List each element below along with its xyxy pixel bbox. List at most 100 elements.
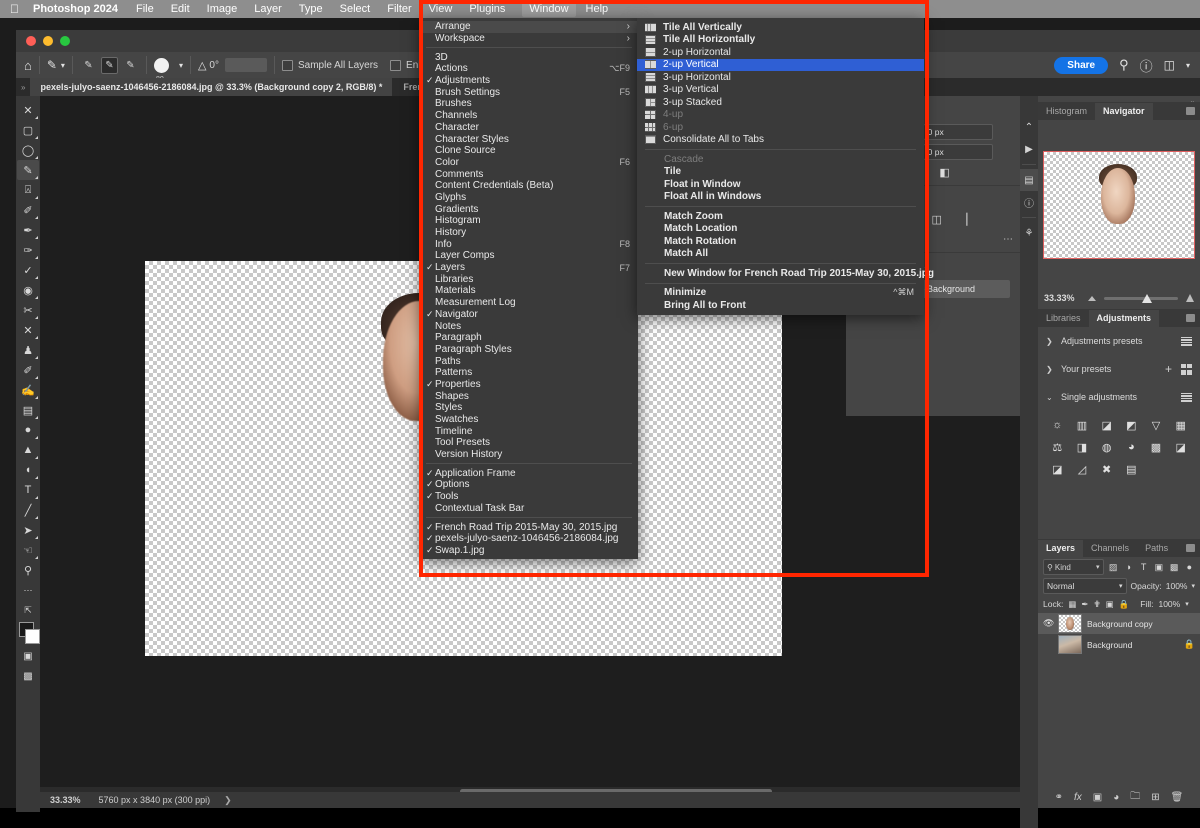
align-bottom-icon[interactable]: ▕ [959, 213, 967, 226]
menu-item-version-history[interactable]: Version History [420, 449, 638, 461]
menu-item-history[interactable]: History [420, 227, 638, 239]
angle-input[interactable] [225, 58, 267, 72]
arrange-item-3-up-stacked[interactable]: 3-up Stacked [637, 96, 924, 109]
chevron-down-icon[interactable]: ▾ [61, 61, 65, 70]
arrange-item-match-all[interactable]: Match All [637, 248, 924, 261]
menu-item-french-road-trip-2015-may-30-2015-jpg[interactable]: ✓French Road Trip 2015-May 30, 2015.jpg [420, 521, 638, 533]
brightness-contrast-icon[interactable]: ☼ [1046, 415, 1069, 435]
info-icon[interactable]: ⓘ [1020, 191, 1038, 213]
actions-play-icon[interactable]: ▶ [1020, 138, 1038, 160]
selective-color-icon[interactable]: ✖ [1095, 459, 1118, 479]
layer-filter-kind-select[interactable]: ⚲ Kind ▾ [1043, 559, 1104, 575]
pattern-stamp-tool[interactable]: ◉ [17, 280, 39, 300]
color-lookup-icon[interactable]: ▩ [1145, 437, 1168, 457]
panel-menu-icon[interactable] [1186, 544, 1195, 552]
new-adjustment-layer-icon[interactable]: ◕ [1113, 792, 1119, 803]
delete-layer-icon[interactable]: 🗑 [1171, 792, 1184, 803]
chevron-down-icon[interactable]: ▾ [1191, 582, 1195, 590]
arrange-item-new-window-for-french-road-trip-2015-may-30-2015-jpg[interactable]: New Window for French Road Trip 2015-May… [637, 267, 924, 280]
tab-layers[interactable]: Layers [1038, 540, 1083, 557]
lock-all-icon[interactable]: 🔒 [1119, 599, 1130, 610]
menu-item-tools[interactable]: ✓Tools [420, 491, 638, 503]
brush-preset-icon[interactable]: ✎ [47, 58, 57, 72]
menu-item-shapes[interactable]: Shapes [420, 390, 638, 402]
fill-value[interactable]: 100% [1158, 599, 1180, 609]
menu-item-glyphs[interactable]: Glyphs [420, 192, 638, 204]
brush-tool[interactable]: ✓ [17, 260, 39, 280]
search-icon[interactable]: ⚲ [1119, 57, 1129, 73]
menu-item-channels[interactable]: Channels [420, 110, 638, 122]
gradient-map-icon[interactable]: ▤ [1120, 459, 1143, 479]
menu-item-styles[interactable]: Styles [420, 402, 638, 414]
edit-toolbar-button[interactable]: ⋯ [17, 580, 39, 600]
brush-size-preview[interactable] [154, 58, 169, 73]
help-icon[interactable]: ⓘ [1140, 56, 1153, 75]
menu-filter[interactable]: Filter [387, 3, 411, 15]
menu-image[interactable]: Image [207, 3, 238, 15]
eyedropper-tool[interactable]: ✐ [17, 200, 39, 220]
tab-adjustments[interactable]: Adjustments [1089, 310, 1160, 327]
menu-item-comments[interactable]: Comments [420, 168, 638, 180]
arrange-item-2-up-vertical[interactable]: 2-up Vertical [637, 59, 924, 72]
tab-paths[interactable]: Paths [1137, 540, 1176, 557]
exposure-icon[interactable]: ◩ [1120, 415, 1143, 435]
tab-histogram[interactable]: Histogram [1038, 103, 1095, 120]
invert-icon[interactable]: ◪ [1169, 437, 1192, 457]
menu-item-paragraph[interactable]: Paragraph [420, 332, 638, 344]
arrange-item-tile-all-vertically[interactable]: Tile All Vertically [637, 21, 924, 34]
single-adjustments-row[interactable]: ⌄ Single adjustments [1038, 383, 1200, 411]
history-icon[interactable]: ⌃ [1020, 116, 1038, 138]
arrange-item-consolidate-all-to-tabs[interactable]: Consolidate All to Tabs [637, 134, 924, 147]
menu-item-layers[interactable]: ✓LayersF7 [420, 262, 638, 274]
arrange-item-bring-all-to-front[interactable]: Bring All to Front [637, 299, 924, 312]
menu-file[interactable]: File [136, 3, 154, 15]
arrange-item-match-location[interactable]: Match Location [637, 223, 924, 236]
menu-item-options[interactable]: ✓Options [420, 479, 638, 491]
arrange-item-match-rotation[interactable]: Match Rotation [637, 235, 924, 248]
subtract-from-selection-icon[interactable]: ✎ [122, 57, 139, 74]
enhance-edge-checkbox[interactable] [390, 60, 401, 71]
minimize-window-button[interactable] [43, 36, 53, 46]
layer-style-fx-icon[interactable]: fx [1074, 792, 1082, 803]
opacity-value[interactable]: 100% [1166, 581, 1188, 591]
lock-transparent-pixels-icon[interactable]: ▦ [1068, 599, 1076, 610]
color-balance-icon[interactable]: ⚖ [1046, 437, 1069, 457]
channel-mixer-icon[interactable]: ◕ [1120, 437, 1143, 457]
lock-icon[interactable]: 🔒 [1184, 639, 1195, 650]
filter-smart-object-icon[interactable]: ▩ [1169, 562, 1180, 573]
photo-filter-icon[interactable]: ◍ [1095, 437, 1118, 457]
document-tab-active[interactable]: pexels-julyo-saenz-1046456-2186084.jpg @… [30, 78, 393, 96]
menu-item-clone-source[interactable]: Clone Source [420, 145, 638, 157]
filter-pixel-icon[interactable]: ▨ [1108, 562, 1119, 573]
link-layers-icon[interactable]: ⚭ [1055, 792, 1063, 803]
table-row[interactable]: Background 🔒 [1038, 634, 1200, 655]
filter-shape-icon[interactable]: ▣ [1153, 562, 1164, 573]
sharpen-tool[interactable]: ▲ [17, 440, 39, 460]
tab-navigator[interactable]: Navigator [1095, 103, 1153, 120]
sample-all-layers-checkbox[interactable] [282, 60, 293, 71]
chevron-down-icon[interactable]: ▾ [1186, 61, 1190, 70]
menu-item-pexels-julyo-saenz-1046456-2186084-jpg[interactable]: ✓pexels-julyo-saenz-1046456-2186084.jpg [420, 533, 638, 545]
menu-item-gradients[interactable]: Gradients [420, 203, 638, 215]
blur-tool[interactable]: ✐ [17, 360, 39, 380]
menu-item-navigator[interactable]: ✓Navigator [420, 309, 638, 321]
menu-item-character-styles[interactable]: Character Styles [420, 133, 638, 145]
swap-colors-icon[interactable]: ⇱ [17, 600, 39, 620]
menu-item-info[interactable]: InfoF8 [420, 238, 638, 250]
more-options-icon[interactable]: ⋯ [1003, 234, 1013, 245]
screen-mode-icon[interactable]: ▩ [17, 666, 39, 686]
new-group-icon[interactable]: 🗀 [1130, 789, 1140, 806]
arrange-item-minimize[interactable]: Minimize^⌘M [637, 287, 924, 300]
tab-channels[interactable]: Channels [1083, 540, 1137, 557]
y-field[interactable]: 0 px [923, 144, 993, 160]
menu-item-application-frame[interactable]: ✓Application Frame [420, 467, 638, 479]
zoom-in-icon[interactable] [1186, 294, 1194, 302]
menu-item-measurement-log[interactable]: Measurement Log [420, 297, 638, 309]
add-to-selection-icon[interactable]: ✎ [101, 57, 118, 74]
menu-view[interactable]: View [429, 3, 453, 15]
home-icon[interactable]: ⌂ [24, 58, 32, 73]
quick-mask-icon[interactable]: ▣ [17, 646, 39, 666]
arrange-item-tile-all-horizontally[interactable]: Tile All Horizontally [637, 34, 924, 47]
menu-item-notes[interactable]: Notes [420, 320, 638, 332]
hand-tool[interactable]: ☜ [17, 540, 39, 560]
